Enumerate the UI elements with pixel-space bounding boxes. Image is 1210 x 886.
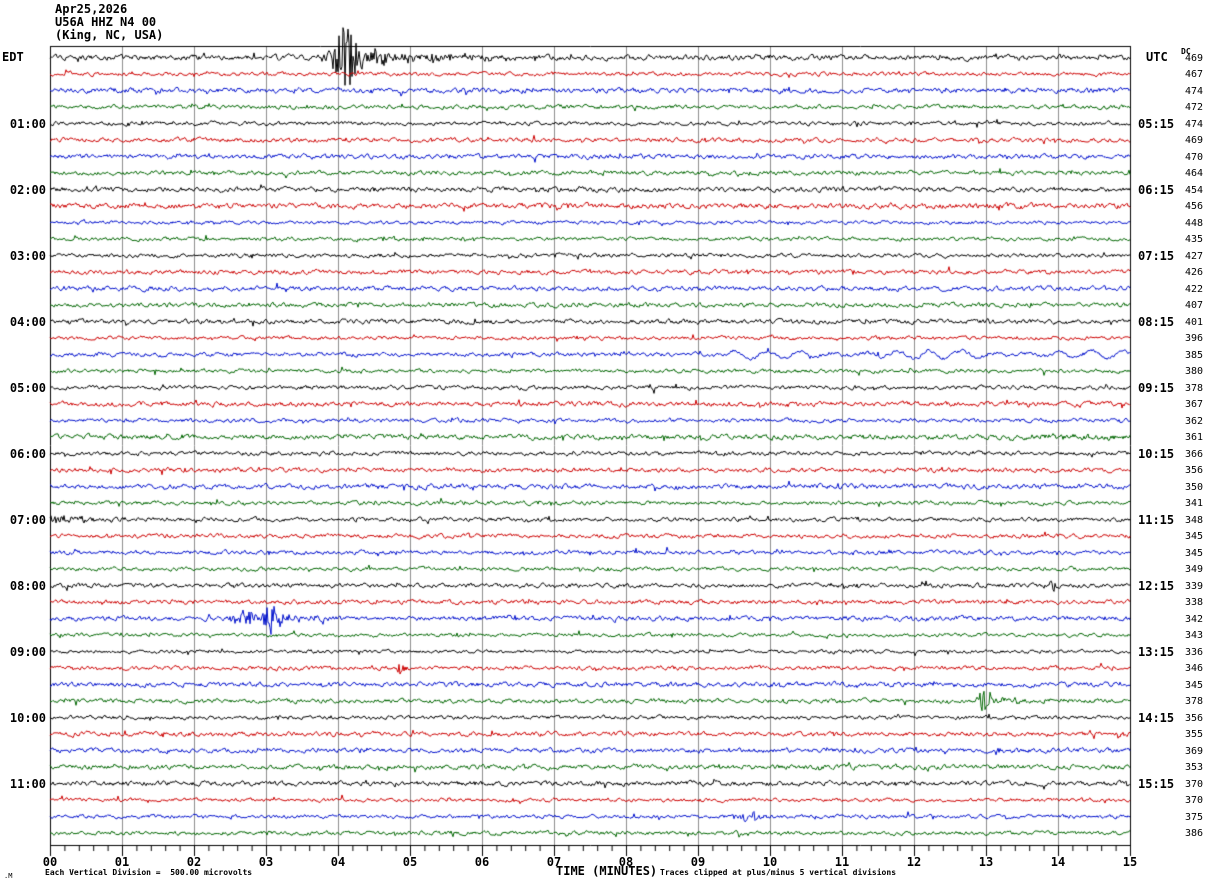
- left-axis-header: EDT: [2, 50, 24, 64]
- utc-hour-label: 12:15: [1138, 578, 1175, 593]
- dc-offset-value: 343: [1185, 630, 1204, 641]
- utc-hour-label: 07:15: [1138, 248, 1175, 263]
- dc-offset-value: 362: [1185, 415, 1204, 427]
- x-axis-tick-label: 10: [762, 855, 778, 869]
- dc-offset-value: 367: [1185, 399, 1204, 410]
- utc-hour-label: 10:15: [1138, 446, 1175, 461]
- dc-offset-value: 380: [1185, 366, 1204, 377]
- dc-offset-value: 386: [1185, 828, 1204, 839]
- edt-hour-label: 09:00: [9, 644, 46, 659]
- helicorder-page: Apr25,2026 U56A HHZ N4 00 (King, NC, USA…: [0, 0, 1210, 886]
- x-axis-tick-label: 03: [258, 855, 274, 869]
- dc-offset-value: 353: [1185, 762, 1204, 773]
- dc-offset-value: 366: [1185, 448, 1204, 460]
- edt-hour-label: 05:00: [9, 380, 46, 395]
- dc-offset-value: 361: [1185, 432, 1204, 443]
- dc-offset-value: 396: [1185, 333, 1204, 344]
- dc-offset-value: 370: [1185, 778, 1204, 790]
- dc-offset-value: 474: [1185, 118, 1204, 130]
- corner-mark: .M: [4, 872, 13, 880]
- dc-offset-value: 350: [1185, 481, 1204, 493]
- x-axis-tick-label: 02: [186, 855, 202, 869]
- utc-hour-label: 11:15: [1138, 512, 1175, 527]
- x-axis-tick-label: 13: [978, 855, 994, 869]
- dc-offset-value: 346: [1185, 663, 1204, 674]
- x-axis-tick-label: 12: [906, 855, 922, 869]
- x-axis-tick-label: 06: [474, 855, 490, 869]
- dc-offset-value: 370: [1185, 795, 1204, 806]
- dc-offset-value: 342: [1185, 613, 1204, 625]
- edt-hour-label: 01:00: [9, 116, 46, 131]
- x-axis-title: TIME (MINUTES): [556, 864, 658, 878]
- helicorder-canvas: [0, 0, 1210, 886]
- dc-offset-value: 474: [1185, 85, 1204, 97]
- x-axis-tick-label: 00: [42, 855, 58, 869]
- dc-offset-value: 467: [1185, 69, 1204, 80]
- utc-hour-label: 13:15: [1138, 644, 1175, 659]
- dc-offset-value: 339: [1185, 580, 1204, 592]
- dc-offset-value: 345: [1185, 679, 1204, 691]
- utc-hour-label: 05:15: [1138, 116, 1175, 131]
- dc-offset-value: 426: [1185, 267, 1204, 278]
- dc-offset-value: 375: [1185, 811, 1204, 823]
- edt-hour-label: 08:00: [9, 578, 46, 593]
- dc-offset-value: 422: [1185, 283, 1204, 295]
- dc-offset-value: 338: [1185, 597, 1204, 608]
- dc-offset-value: 469: [1185, 52, 1204, 64]
- dc-offset-value: 349: [1185, 564, 1204, 575]
- x-axis-tick-label: 04: [330, 855, 346, 869]
- edt-hour-label: 06:00: [9, 446, 46, 461]
- dc-offset-value: 336: [1185, 646, 1204, 658]
- dc-offset-value: 356: [1185, 712, 1204, 724]
- utc-hour-label: 06:15: [1138, 182, 1175, 197]
- dc-offset-value: 454: [1185, 184, 1204, 196]
- utc-hour-label: 09:15: [1138, 380, 1175, 395]
- utc-hour-label: 14:15: [1138, 710, 1175, 725]
- dc-offset-value: 378: [1185, 696, 1204, 707]
- x-axis-tick-label: 01: [114, 855, 130, 869]
- dc-offset-value: 448: [1185, 217, 1204, 229]
- x-axis-tick-label: 09: [690, 855, 706, 869]
- dc-offset-value: 472: [1185, 102, 1204, 113]
- dc-offset-value: 401: [1185, 316, 1204, 328]
- dc-offset-value: 356: [1185, 465, 1204, 476]
- dc-offset-value: 341: [1185, 498, 1204, 509]
- x-axis-tick-label: 11: [834, 855, 850, 869]
- utc-hour-label: 08:15: [1138, 314, 1175, 329]
- edt-hour-label: 07:00: [9, 512, 46, 527]
- edt-hour-label: 10:00: [9, 710, 46, 725]
- x-axis-tick-label: 05: [402, 855, 418, 869]
- dc-offset-value: 427: [1185, 250, 1204, 262]
- footnote-vertical-division: Each Vertical Division = 500.00 microvol…: [45, 868, 253, 877]
- dc-offset-value: 470: [1185, 151, 1204, 163]
- edt-hour-label: 11:00: [9, 776, 46, 791]
- dc-offset-value: 348: [1185, 514, 1204, 526]
- x-axis-tick-label: 15: [1122, 855, 1138, 869]
- dc-offset-value: 355: [1185, 729, 1204, 740]
- edt-hour-label: 02:00: [9, 182, 46, 197]
- dc-offset-value: 435: [1185, 234, 1204, 245]
- utc-hour-label: 15:15: [1138, 776, 1175, 791]
- dc-offset-value: 469: [1185, 135, 1204, 146]
- dc-offset-value: 464: [1185, 168, 1204, 179]
- right-axis-header: UTC: [1146, 50, 1168, 64]
- dc-offset-value: 345: [1185, 531, 1204, 542]
- edt-hour-label: 03:00: [9, 248, 46, 263]
- dc-offset-value: 456: [1185, 201, 1204, 212]
- dc-offset-value: 378: [1185, 382, 1204, 394]
- x-axis-tick-label: 14: [1050, 855, 1066, 869]
- dc-offset-value: 369: [1185, 745, 1204, 757]
- title-location: (King, NC, USA): [55, 28, 164, 42]
- dc-offset-value: 407: [1185, 300, 1204, 311]
- footnote-clipping: Traces clipped at plus/minus 5 vertical …: [660, 868, 897, 877]
- edt-hour-label: 04:00: [9, 314, 46, 329]
- dc-offset-value: 385: [1185, 349, 1204, 361]
- dc-offset-value: 345: [1185, 547, 1204, 559]
